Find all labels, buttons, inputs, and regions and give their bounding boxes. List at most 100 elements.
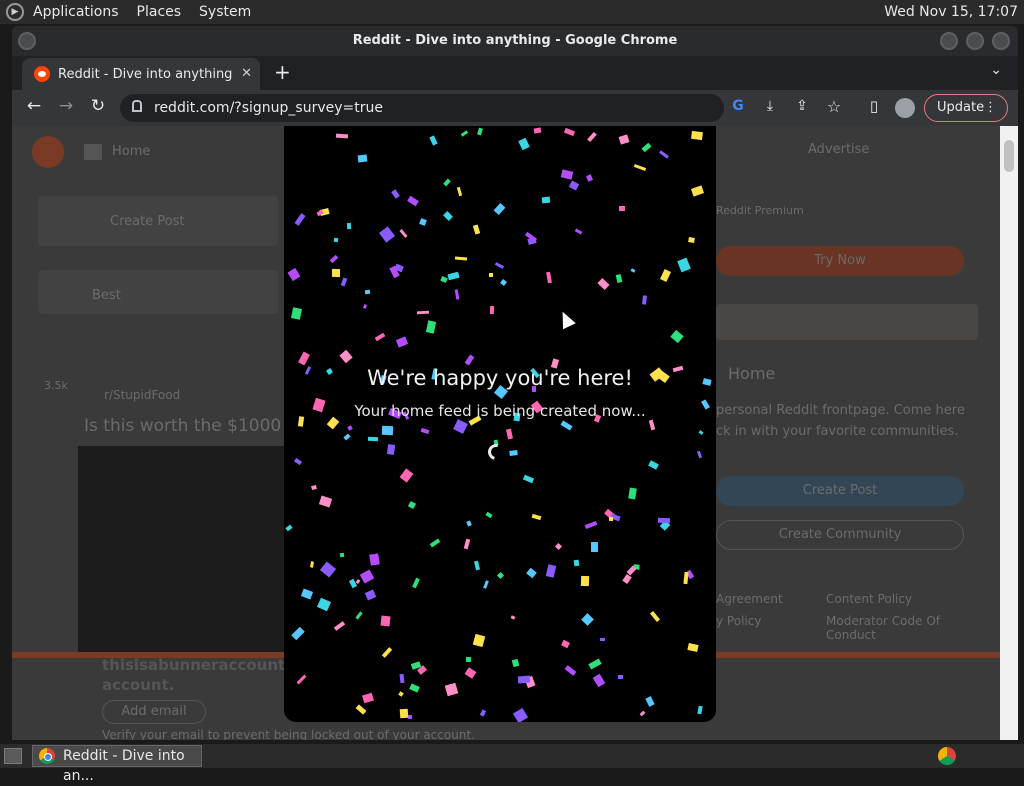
create-community-button[interactable]: Create Community bbox=[716, 520, 964, 550]
side-panel-icon[interactable]: ▯ bbox=[862, 97, 886, 115]
confetti-piece bbox=[465, 656, 472, 663]
page-scrollbar[interactable] bbox=[1000, 126, 1018, 740]
back-arrow-icon[interactable]: ← bbox=[22, 96, 46, 116]
confetti-piece bbox=[395, 336, 409, 348]
confetti-piece bbox=[518, 137, 530, 151]
user-agreement-link[interactable]: Agreement bbox=[716, 592, 783, 606]
confetti-piece bbox=[690, 185, 705, 197]
places-menu[interactable]: Places bbox=[128, 0, 191, 24]
window-titlebar[interactable]: Reddit - Dive into anything - Google Chr… bbox=[12, 26, 1018, 56]
add-email-button[interactable]: Add email bbox=[102, 700, 206, 724]
tab-title: Reddit - Dive into anything bbox=[58, 66, 233, 82]
privacy-policy-link[interactable]: y Policy bbox=[716, 614, 761, 628]
confetti-piece bbox=[541, 196, 551, 204]
applications-menu[interactable]: Applications bbox=[24, 0, 128, 24]
confetti-piece bbox=[381, 425, 394, 436]
confetti-piece bbox=[343, 433, 351, 441]
scrollbar-thumb[interactable] bbox=[1004, 140, 1014, 172]
confetti-piece bbox=[381, 647, 393, 658]
sort-best-button[interactable]: Best bbox=[92, 288, 121, 303]
account-suffix: account. bbox=[102, 676, 175, 694]
moderator-code-link[interactable]: Moderator Code Of Conduct bbox=[826, 614, 956, 642]
confetti-piece bbox=[645, 696, 655, 707]
add-email-label: Add email bbox=[121, 704, 187, 719]
confetti-piece bbox=[622, 574, 632, 584]
confetti-piece bbox=[355, 579, 361, 584]
share-icon[interactable]: ⇪ bbox=[790, 98, 814, 114]
confetti-piece bbox=[545, 564, 557, 578]
confetti-piece bbox=[367, 436, 379, 442]
bookmark-star-icon[interactable]: ☆ bbox=[822, 97, 846, 116]
taskbar-chrome-window[interactable]: Reddit - Dive into an... bbox=[32, 745, 202, 784]
confetti-piece bbox=[318, 495, 333, 508]
tab-close-icon[interactable]: ✕ bbox=[241, 66, 252, 81]
confetti-piece bbox=[677, 257, 691, 273]
confetti-piece bbox=[294, 213, 306, 226]
chrome-menu-icon[interactable]: ⋮ bbox=[984, 95, 997, 121]
confetti-piece bbox=[584, 520, 598, 530]
minimize-icon[interactable] bbox=[940, 32, 958, 50]
signup-celebration-modal: We're happy you're here! Your home feed … bbox=[284, 126, 716, 722]
forward-arrow-icon[interactable]: → bbox=[54, 96, 78, 116]
maximize-icon[interactable] bbox=[966, 32, 984, 50]
advertise-link[interactable]: Advertise bbox=[808, 142, 869, 157]
profile-avatar-icon[interactable] bbox=[895, 98, 915, 118]
clock[interactable]: Wed Nov 15, 17:07 bbox=[884, 0, 1018, 24]
confetti-piece bbox=[329, 254, 339, 264]
confetti-piece bbox=[412, 577, 420, 589]
try-now-label: Try Now bbox=[814, 253, 866, 268]
confetti-piece bbox=[293, 457, 303, 466]
confetti-piece bbox=[429, 135, 438, 146]
confetti-piece bbox=[340, 277, 348, 287]
page-viewport: Home Create Post Best 3.5k r/StupidFood … bbox=[12, 126, 1018, 740]
confetti-piece bbox=[688, 237, 695, 243]
post-video-thumbnail[interactable] bbox=[78, 446, 284, 652]
confetti-piece bbox=[466, 520, 472, 527]
confetti-piece bbox=[554, 542, 563, 551]
confetti-piece bbox=[311, 484, 317, 491]
confetti-piece bbox=[586, 174, 593, 182]
confetti-piece bbox=[561, 639, 570, 649]
update-button[interactable]: Update ⋮ bbox=[924, 94, 1008, 122]
confetti-piece bbox=[319, 561, 337, 578]
confetti-piece bbox=[391, 189, 400, 199]
content-policy-link[interactable]: Content Policy bbox=[826, 592, 912, 606]
google-lens-icon[interactable]: G bbox=[726, 98, 750, 114]
post-title[interactable]: Is this worth the $1000 bbox=[84, 416, 281, 436]
address-bar[interactable]: reddit.com/?signup_survey=true bbox=[120, 94, 724, 122]
confetti-piece bbox=[298, 351, 310, 366]
install-app-icon[interactable]: ⤓ bbox=[758, 98, 782, 114]
taskbar-task-label: Reddit - Dive into an... bbox=[63, 748, 185, 784]
close-window-icon[interactable] bbox=[992, 32, 1010, 50]
confetti-piece bbox=[618, 134, 630, 145]
confetti-piece bbox=[697, 705, 703, 715]
create-post-placeholder[interactable]: Create Post bbox=[110, 214, 185, 229]
confetti-piece bbox=[316, 597, 332, 612]
confetti-piece bbox=[346, 222, 352, 230]
confetti-piece bbox=[291, 307, 302, 320]
window-menu-icon[interactable] bbox=[18, 32, 36, 50]
home-dropdown-label[interactable]: Home bbox=[112, 144, 150, 159]
confetti-piece bbox=[287, 267, 301, 282]
confetti-piece bbox=[472, 633, 486, 648]
confetti-piece bbox=[310, 561, 314, 568]
show-desktop-icon[interactable] bbox=[4, 748, 22, 764]
tray-chrome-icon[interactable] bbox=[938, 747, 956, 765]
confetti-piece bbox=[378, 226, 396, 243]
confetti-piece bbox=[386, 444, 396, 455]
subreddit-link[interactable]: r/StupidFood bbox=[104, 388, 180, 402]
tab-reddit[interactable]: Reddit - Dive into anything ✕ bbox=[22, 58, 260, 90]
applications-logo-icon[interactable]: ▶ bbox=[6, 3, 24, 21]
create-post-button[interactable]: Create Post bbox=[716, 476, 964, 506]
reload-icon[interactable]: ↻ bbox=[86, 96, 110, 116]
site-info-lock-icon[interactable] bbox=[132, 100, 142, 112]
system-menu[interactable]: System bbox=[190, 0, 260, 24]
new-tab-plus-icon[interactable]: + bbox=[274, 60, 291, 84]
confetti-piece bbox=[369, 553, 380, 566]
try-now-button[interactable]: Try Now bbox=[716, 246, 964, 276]
reddit-logo-icon[interactable] bbox=[32, 136, 64, 168]
confetti-piece bbox=[608, 516, 614, 522]
modal-subtitle: Your home feed is being created now... bbox=[354, 402, 646, 420]
confetti-piece bbox=[399, 708, 409, 719]
tab-search-chevron-icon[interactable]: ⌄ bbox=[990, 62, 1002, 78]
